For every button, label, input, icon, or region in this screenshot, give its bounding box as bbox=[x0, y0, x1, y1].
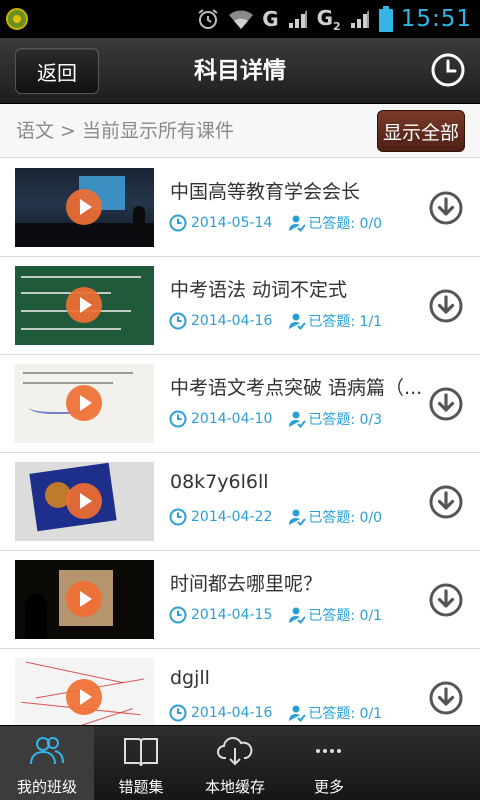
battery-icon bbox=[378, 6, 393, 32]
wifi-icon bbox=[229, 10, 254, 29]
answered-count: 已答题: 0/1 bbox=[308, 608, 383, 624]
download-icon[interactable] bbox=[429, 681, 463, 715]
clock-small-icon bbox=[169, 704, 187, 722]
book-icon bbox=[124, 738, 158, 767]
download-icon[interactable] bbox=[429, 485, 463, 519]
nav-label: 我的班级 bbox=[16, 778, 77, 796]
list-item[interactable]: 中国高等教育学会会长 2014-05-14 已答题: 0/0 bbox=[0, 159, 480, 257]
answered-count: 已答题: 0/0 bbox=[308, 216, 383, 232]
user-check-icon bbox=[289, 215, 307, 232]
people-icon bbox=[30, 737, 64, 765]
course-meta: 2014-04-10 已答题: 0/3 bbox=[169, 409, 382, 429]
app-header: 返回 科目详情 bbox=[0, 38, 480, 104]
course-meta: 2014-04-15 已答题: 0/1 bbox=[169, 605, 382, 625]
clock-time: 15:51 bbox=[400, 6, 472, 32]
download-icon[interactable] bbox=[429, 289, 463, 323]
video-thumbnail[interactable] bbox=[15, 462, 154, 541]
download-icon[interactable] bbox=[429, 583, 463, 617]
video-thumbnail[interactable] bbox=[15, 364, 154, 443]
play-icon[interactable] bbox=[66, 287, 102, 323]
answered-count: 已答题: 1/1 bbox=[308, 314, 383, 330]
course-date: 2014-04-22 bbox=[191, 509, 273, 525]
filter-bar: 语文 > 当前显示所有课件 显示全部 bbox=[0, 104, 480, 158]
nav-label: 错题集 bbox=[118, 778, 164, 796]
list-item[interactable]: 时间都去哪里呢？ 2014-04-15 已答题: 0/1 bbox=[0, 551, 480, 649]
status-bar: G G2 15:51 bbox=[0, 0, 480, 38]
nav-item-local-cache[interactable]: 本地缓存 bbox=[188, 726, 282, 800]
course-title: 中考语法 动词不定式 bbox=[170, 279, 348, 301]
video-thumbnail[interactable] bbox=[15, 560, 154, 639]
bottom-nav: 我的班级 错题集 本地缓存 更多 bbox=[0, 725, 480, 800]
network-type-label-2: G2 bbox=[316, 5, 341, 33]
app-notification-icon bbox=[6, 8, 28, 30]
signal-icon bbox=[288, 10, 307, 28]
clock-icon[interactable] bbox=[430, 52, 466, 88]
answered-count: 已答题: 0/0 bbox=[308, 510, 383, 526]
clock-small-icon bbox=[169, 508, 187, 526]
clock-small-icon bbox=[169, 312, 187, 330]
course-date: 2014-05-14 bbox=[191, 215, 273, 231]
course-meta: 2014-04-16 已答题: 0/1 bbox=[169, 703, 382, 723]
play-icon[interactable] bbox=[66, 483, 102, 519]
course-title: 中国高等教育学会会长 bbox=[170, 181, 361, 203]
course-date: 2014-04-15 bbox=[191, 607, 273, 623]
nav-item-my-class[interactable]: 我的班级 bbox=[0, 726, 94, 800]
course-title: dgjll bbox=[170, 667, 210, 689]
answered-count: 已答题: 0/1 bbox=[308, 706, 383, 722]
breadcrumb: 语文 > 当前显示所有课件 bbox=[16, 120, 234, 142]
course-list[interactable]: 中国高等教育学会会长 2014-05-14 已答题: 0/0 中考语法 动词不定… bbox=[0, 159, 480, 725]
play-icon[interactable] bbox=[66, 385, 102, 421]
nav-item-wrong-questions[interactable]: 错题集 bbox=[94, 726, 188, 800]
nav-label: 本地缓存 bbox=[204, 778, 265, 796]
video-thumbnail[interactable] bbox=[15, 266, 154, 345]
list-item[interactable]: 中考语文考点突破 语病篇（... 2014-04-10 已答题: 0/3 bbox=[0, 355, 480, 453]
cloud-download-icon bbox=[217, 737, 253, 766]
user-check-icon bbox=[289, 313, 307, 330]
back-button[interactable]: 返回 bbox=[15, 48, 99, 94]
nav-item-more[interactable]: 更多 bbox=[282, 726, 376, 800]
course-meta: 2014-05-14 已答题: 0/0 bbox=[169, 213, 382, 233]
status-icons: G G2 15:51 bbox=[196, 4, 472, 34]
course-title: 中考语文考点突破 语病篇（... bbox=[170, 377, 423, 399]
list-item[interactable]: 中考语法 动词不定式 2014-04-16 已答题: 1/1 bbox=[0, 257, 480, 355]
alarm-icon bbox=[198, 9, 218, 29]
play-icon[interactable] bbox=[66, 679, 102, 715]
list-item[interactable]: 08k7y6l6ll 2014-04-22 已答题: 0/0 bbox=[0, 453, 480, 551]
course-title: 08k7y6l6ll bbox=[170, 471, 269, 493]
course-meta: 2014-04-22 已答题: 0/0 bbox=[169, 507, 382, 527]
answered-count: 已答题: 0/3 bbox=[308, 412, 383, 428]
show-all-button[interactable]: 显示全部 bbox=[377, 110, 465, 152]
user-check-icon bbox=[289, 705, 307, 722]
user-check-icon bbox=[289, 607, 307, 624]
clock-small-icon bbox=[169, 606, 187, 624]
clock-small-icon bbox=[169, 410, 187, 428]
nav-label: 更多 bbox=[313, 778, 344, 796]
signal-icon-2 bbox=[350, 10, 369, 28]
video-thumbnail[interactable] bbox=[15, 168, 154, 247]
list-item[interactable]: dgjll 2014-04-16 已答题: 0/1 bbox=[0, 649, 480, 725]
course-date: 2014-04-10 bbox=[191, 411, 273, 427]
download-icon[interactable] bbox=[429, 387, 463, 421]
course-date: 2014-04-16 bbox=[191, 705, 273, 721]
download-icon[interactable] bbox=[429, 191, 463, 225]
more-icon bbox=[316, 749, 341, 753]
course-date: 2014-04-16 bbox=[191, 313, 273, 329]
play-icon[interactable] bbox=[66, 189, 102, 225]
user-check-icon bbox=[289, 411, 307, 428]
user-check-icon bbox=[289, 509, 307, 526]
play-icon[interactable] bbox=[66, 581, 102, 617]
course-meta: 2014-04-16 已答题: 1/1 bbox=[169, 311, 382, 331]
clock-small-icon bbox=[169, 214, 187, 232]
course-title: 时间都去哪里呢？ bbox=[170, 573, 323, 595]
video-thumbnail[interactable] bbox=[15, 658, 154, 725]
network-type-label: G bbox=[262, 7, 279, 31]
